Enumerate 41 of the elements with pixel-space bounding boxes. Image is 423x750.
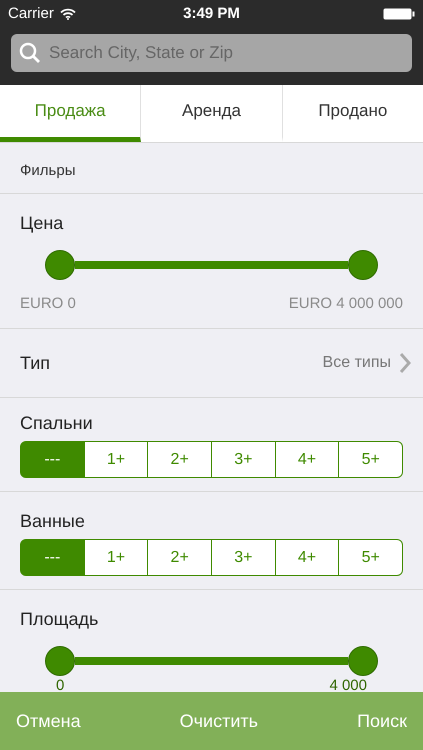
segment-option[interactable]: 3+ bbox=[212, 539, 276, 576]
field-label: Тип bbox=[20, 352, 52, 374]
segment-option[interactable]: 4+ bbox=[276, 441, 340, 478]
segment-option[interactable]: 5+ bbox=[339, 539, 404, 576]
slider-thumb[interactable] bbox=[45, 646, 75, 676]
segment-option[interactable]: 4+ bbox=[276, 539, 340, 576]
battery-icon bbox=[383, 8, 415, 20]
search-button[interactable]: Поиск bbox=[357, 708, 407, 734]
field-label: Площадь bbox=[20, 608, 100, 631]
slider-thumb[interactable] bbox=[45, 250, 75, 280]
search-field[interactable]: Search City, State or Zip bbox=[11, 34, 412, 72]
field-label: Ванные bbox=[20, 510, 86, 533]
segment-option[interactable]: 1+ bbox=[84, 539, 148, 576]
segment-option[interactable]: --- bbox=[20, 539, 85, 576]
segment-option[interactable]: 1+ bbox=[84, 441, 148, 478]
segment-option[interactable]: 5+ bbox=[339, 441, 404, 478]
clear-button[interactable]: Очистить bbox=[180, 708, 258, 734]
min-value: EURO 0 bbox=[20, 294, 76, 314]
field-label: Цена bbox=[20, 212, 64, 235]
tab[interactable]: Продано bbox=[282, 85, 423, 142]
chevron-icon bbox=[399, 352, 411, 374]
segment-option[interactable]: 3+ bbox=[212, 441, 276, 478]
cancel-button[interactable]: Отмена bbox=[16, 708, 81, 734]
search-icon bbox=[19, 42, 41, 64]
tab[interactable]: Аренда bbox=[141, 85, 283, 142]
segment-option[interactable]: --- bbox=[20, 441, 85, 478]
type-value: Все типы bbox=[322, 353, 391, 373]
section-header: Фильры bbox=[20, 161, 76, 182]
segment-option[interactable]: 2+ bbox=[148, 539, 212, 576]
slider-thumb[interactable] bbox=[348, 250, 378, 280]
wifi-icon bbox=[60, 8, 76, 20]
slider-thumb[interactable] bbox=[348, 646, 378, 676]
segment-option[interactable]: 2+ bbox=[148, 441, 212, 478]
max-value: EURO 4 000 000 bbox=[288, 294, 403, 314]
type-row[interactable]: Тип Все типы bbox=[0, 329, 423, 398]
clock-time: 3:49 PM bbox=[183, 4, 240, 24]
carrier-label: Carrier bbox=[8, 4, 54, 24]
max-value: 4 000 bbox=[329, 676, 367, 696]
field-label: Спальни bbox=[20, 412, 94, 435]
tab[interactable]: Продажа bbox=[0, 85, 142, 142]
min-value: 0 bbox=[56, 676, 64, 696]
